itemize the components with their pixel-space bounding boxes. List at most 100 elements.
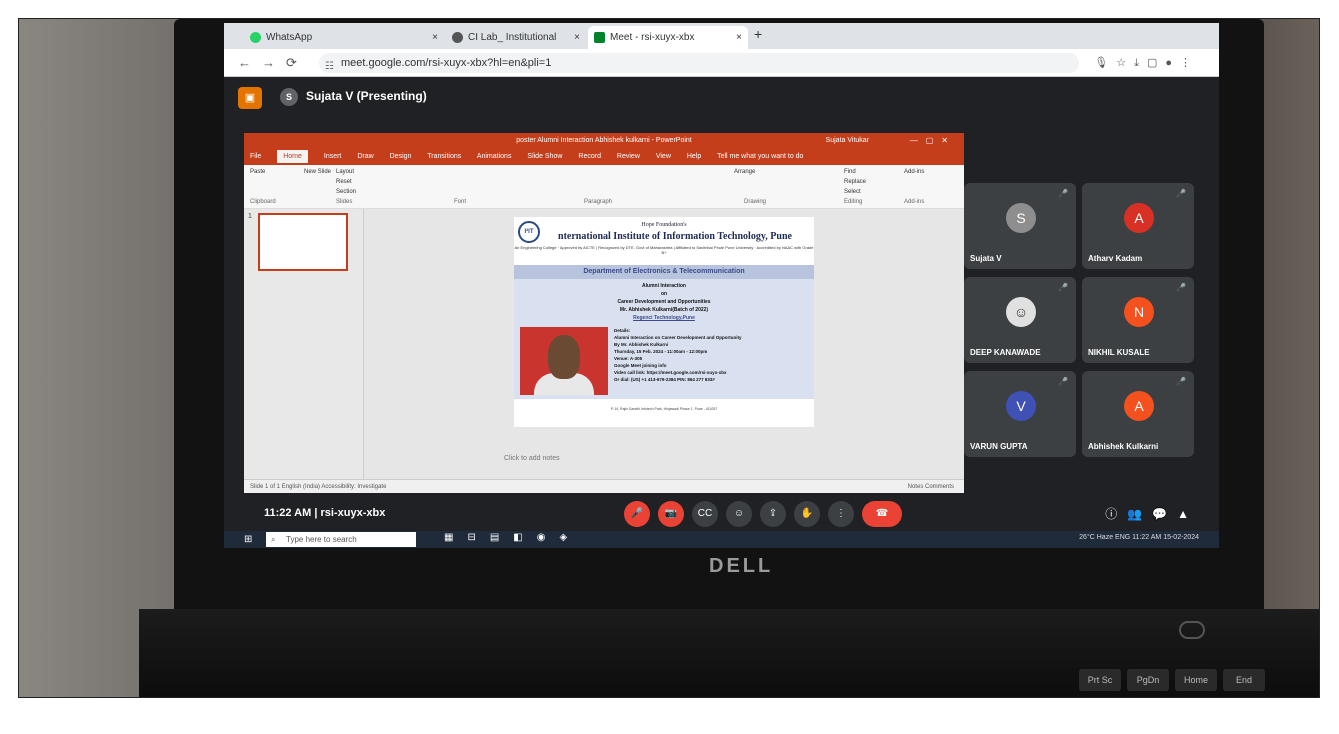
leave-call-button[interactable]: ☎ [862,501,902,527]
menu-record[interactable]: Record [578,153,601,160]
close-tab-icon[interactable]: × [736,26,742,49]
group-slides: Slides [336,199,353,205]
select-button[interactable]: Select [844,189,861,195]
participant-tile[interactable]: 🎤 ☺ DEEP KANAWADE [964,277,1076,363]
menu-slideshow[interactable]: Slide Show [527,153,562,160]
taskbar-app-icons[interactable]: ▦⊟▤◧◉◈ [444,532,581,543]
captions-button[interactable]: CC [692,501,718,527]
participant-name: Atharv Kadam [1088,254,1143,263]
power-button [1179,621,1205,639]
browser-toolbar-icons[interactable]: 🎙☆⤓▢●⋮ [1094,56,1199,70]
group-font: Font [454,199,467,205]
photo-frame: Prt Sc PgDn Home End DELL WhatsApp × CI … [18,18,1320,698]
clock-date: 15-02-2024 [1163,534,1199,541]
avatar: V [1006,391,1036,421]
participant-name: VARUN GUPTA [970,442,1028,451]
avatar: S [280,88,298,106]
event-line: Career Development and Opportunities [617,299,711,305]
layout-button[interactable]: Layout [336,169,354,175]
participant-tile[interactable]: 🎤 A Atharv Kadam [1082,183,1194,269]
menu-draw[interactable]: Draw [357,153,373,160]
org-foundation: Hope Foundation's [641,222,687,228]
menu-file[interactable]: File [250,153,261,160]
dell-logo: DELL [709,555,774,577]
close-tab-icon[interactable]: × [432,26,438,49]
menu-design[interactable]: Design [390,153,412,160]
camera-toggle-button[interactable]: 📷 [658,501,684,527]
search-icon: ⌕ [271,535,276,544]
replace-button[interactable]: Replace [844,179,866,185]
mic-toggle-button[interactable]: 🎤 [624,501,650,527]
meeting-time-code: 11:22 AM | rsi-xuyx-xbx [264,507,386,519]
find-button[interactable]: Find [844,169,856,175]
org-accreditation: An Engineering College · Approved by AIC… [514,245,814,255]
participant-grid: 🎤 S Sujata V 🎤 A Atharv Kadam 🎤 ☺ DEEP K… [964,183,1204,473]
mic-off-icon: 🎤 [1176,377,1186,386]
mic-off-icon: 🎤 [1176,283,1186,292]
slide-thumbnail[interactable] [258,213,348,271]
present-button[interactable]: ⇪ [760,501,786,527]
site-info-icon[interactable]: ☷ [325,57,334,77]
emoji-button[interactable]: ☺ [726,501,752,527]
more-options-button[interactable]: ⋮ [828,501,854,527]
tab-whatsapp[interactable]: WhatsApp × [244,26,444,49]
taskbar-search[interactable]: ⌕ Type here to search [266,532,416,547]
menu-home[interactable]: Home [277,150,308,163]
forward-icon[interactable]: → [262,55,275,70]
slide-body: Alumni Interaction on Career Development… [514,279,814,399]
url-field[interactable]: ☷ meet.google.com/rsi-xuyx-xbx?hl=en&pli… [319,53,1079,73]
close-tab-icon[interactable]: × [574,26,580,49]
mic-off-icon: 🎤 [1058,189,1068,198]
tell-me-search[interactable]: Tell me what you want to do [717,153,803,160]
group-editing: Editing [844,199,863,205]
key-prtsc: Prt Sc [1079,669,1121,691]
status-right[interactable]: Notes Comments [908,480,954,494]
notes-placeholder[interactable]: Click to add notes [504,455,560,462]
participant-tile[interactable]: 🎤 S Sujata V [964,183,1076,269]
ppt-title-bar: poster Alumni Interaction Abhishek kulka… [244,133,964,149]
participant-name: NIKHIL KUSALE [1088,348,1150,357]
slide[interactable]: I²IT Hope Foundation's nternational Inst… [514,217,814,427]
menu-help[interactable]: Help [687,153,701,160]
group-clipboard: Clipboard [250,199,276,205]
new-slide-button[interactable]: New Slide [304,169,331,175]
presentation-icon[interactable]: ▣ [238,87,262,109]
tab-title: WhatsApp [266,32,313,43]
event-line: Regenci Technology,Pune [633,315,695,321]
status-left: Slide 1 of 1 English (India) Accessibili… [250,484,387,490]
tab-ci-lab[interactable]: CI Lab_ Institutional training_/ × [446,26,586,66]
ppt-menu-bar: File Home Insert Draw Design Transitions… [244,149,964,165]
powerpoint-window: poster Alumni Interaction Abhishek kulka… [244,133,964,493]
system-tray[interactable]: 26°C Haze ENG 11:22 AM 15-02-2024 [1079,534,1199,541]
meet-side-controls[interactable]: ⓘ👥💬▲ [1105,505,1199,522]
menu-review[interactable]: Review [617,153,640,160]
participant-tile[interactable]: 🎤 A Abhishek Kulkarni [1082,371,1194,457]
windows-start-icon[interactable]: ⊞ [244,534,252,545]
reload-icon[interactable]: ⟳ [286,55,297,71]
addins-button[interactable]: Add-ins [904,169,924,175]
window-controls[interactable]: —▢✕ [910,133,956,149]
avatar: S [1006,203,1036,233]
back-icon[interactable]: ← [238,55,251,70]
event-line: on [660,291,668,297]
menu-animations[interactable]: Animations [477,153,512,160]
menu-view[interactable]: View [656,153,671,160]
group-addins: Add-ins [904,199,925,205]
language: ENG [1115,534,1131,541]
section-button[interactable]: Section [336,189,356,195]
slide-canvas: I²IT Hope Foundation's nternational Inst… [364,209,964,479]
raise-hand-button[interactable]: ✋ [794,501,820,527]
paste-button[interactable]: Paste [250,169,265,175]
mic-off-icon: 🎤 [1058,377,1068,386]
web-icon [452,32,463,43]
reset-button[interactable]: Reset [336,179,352,185]
new-tab-button[interactable]: + [754,26,762,42]
menu-transitions[interactable]: Transitions [427,153,461,160]
meet-header: ▣ S Sujata V (Presenting) [224,77,1219,121]
participant-tile[interactable]: 🎤 N NIKHIL KUSALE [1082,277,1194,363]
avatar: N [1124,297,1154,327]
participant-tile[interactable]: 🎤 V VARUN GUPTA [964,371,1076,457]
tab-meet[interactable]: Meet - rsi-xuyx-xbx × [588,26,748,49]
menu-insert[interactable]: Insert [324,153,342,160]
arrange-button[interactable]: Arrange [734,169,755,175]
